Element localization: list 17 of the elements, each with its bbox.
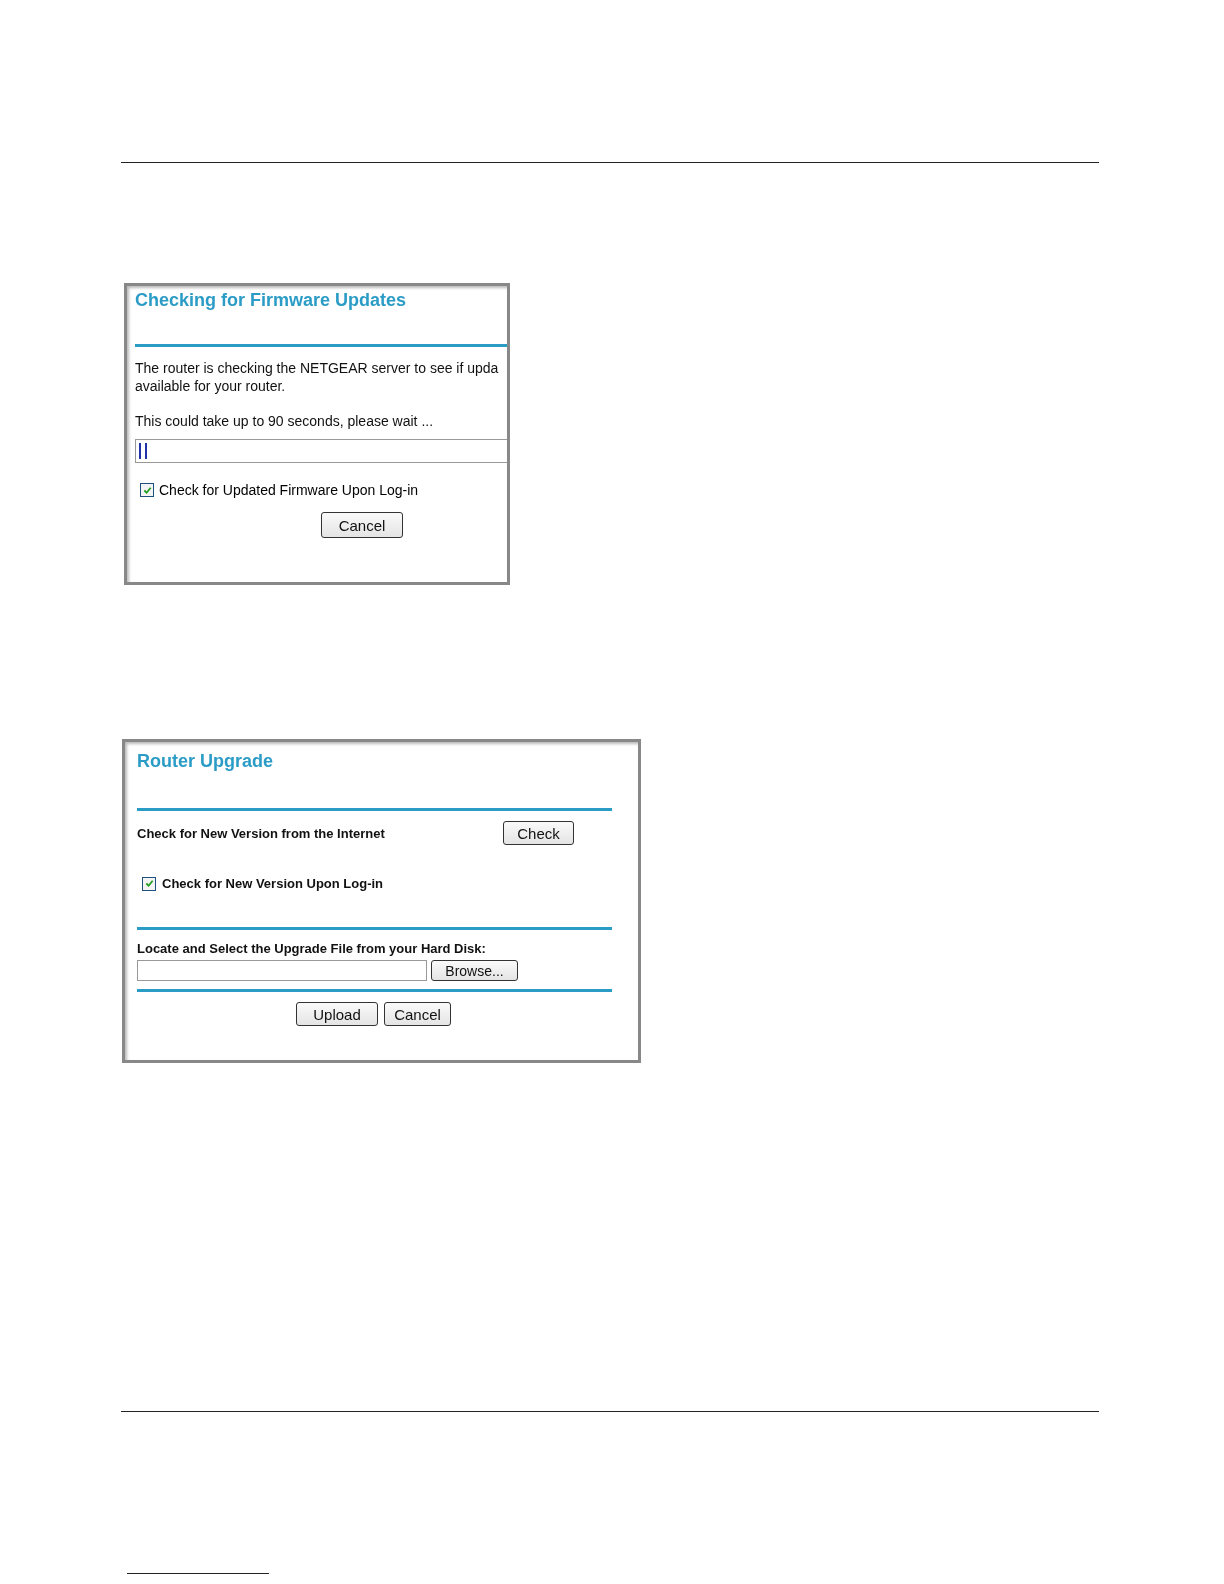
check-button[interactable]: Check (503, 821, 574, 845)
cancel-button[interactable]: Cancel (321, 512, 403, 538)
message-text: The router is checking the NETGEAR server to see if upda (135, 359, 500, 377)
file-label: Locate and Select the Upgrade File from your Hard Disk: (137, 941, 487, 956)
file-path-field[interactable] (137, 960, 427, 981)
message-text: available for your router. (135, 377, 287, 395)
cancel-button[interactable]: Cancel (384, 1002, 451, 1026)
dialog-title: Checking for Firmware Updates (135, 290, 408, 311)
check-label: Check for New Version from the Internet (137, 825, 385, 841)
upload-button[interactable]: Upload (296, 1002, 378, 1026)
checkbox[interactable] (142, 876, 156, 891)
dialog-title: Router Upgrade (137, 751, 274, 772)
browse-button[interactable]: Browse... (431, 960, 518, 981)
wait-note: This could take up to 90 seconds, please wait ... (135, 412, 435, 430)
checkbox[interactable] (140, 483, 154, 497)
checkbox-label: Check for Updated Firmware Upon Log-in (159, 482, 419, 498)
checkbox-label: Check for New Version Upon Log-in (162, 876, 384, 891)
